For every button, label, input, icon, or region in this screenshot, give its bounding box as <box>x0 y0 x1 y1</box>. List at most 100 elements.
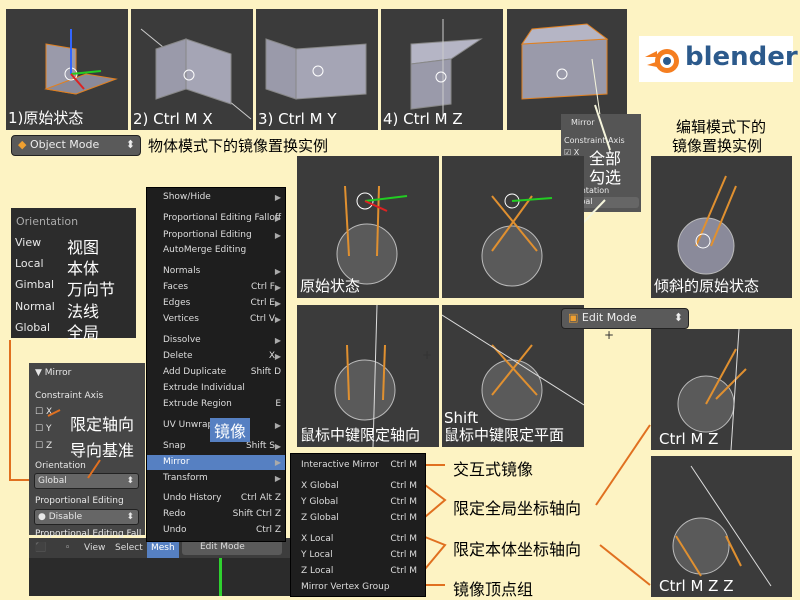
mesh-menu-item[interactable]: Mirror ▶ <box>147 455 285 470</box>
edit-mesh-icon: ▣ <box>568 311 579 324</box>
orientation-normal[interactable]: Normal <box>15 300 55 313</box>
caption-original: 1)原始状态 <box>8 109 84 127</box>
caption-ctrl-m-y: 3) Ctrl M Y <box>258 110 337 128</box>
edit-mode-select[interactable]: Edit Mode <box>182 540 282 555</box>
viewport-edit-mirror <box>507 9 627 130</box>
mirror-submenu-label: Z Local <box>301 566 334 576</box>
viewport-ctrl-mz: Ctrl M Z <box>651 329 792 450</box>
mirror-axis-z[interactable]: ☐ Z <box>35 441 52 451</box>
mirror-submenu-shortcut: Ctrl M <box>390 481 417 491</box>
mirror-constraint-axis: Constraint Axis <box>35 391 104 401</box>
mirror-prop-editing-select[interactable]: ● Disable ⬍ <box>34 509 139 525</box>
edit-caption-line1: 编辑模式下的 <box>676 118 767 136</box>
mesh-menu-label: Undo <box>163 525 187 535</box>
submenu-arrow-icon: ▶ <box>274 231 281 240</box>
mesh-menu-label: Extrude Individual <box>163 383 245 393</box>
cube-icon: ◆ <box>18 138 27 151</box>
submenu-arrow-icon: ▶ <box>274 458 281 467</box>
mirror-submenu-label: Y Global <box>301 497 339 507</box>
mirror-prop-falloff-label: Proportional Editing Fall <box>35 529 142 538</box>
mesh-menu-label: AutoMerge Editing <box>163 245 247 255</box>
mesh-menu-item[interactable]: Delete X ▶ <box>147 349 285 364</box>
caption-mmb-axis: 鼠标中键限定轴向 <box>300 426 421 444</box>
orientation-global-zh: 全局 <box>67 323 100 342</box>
submenu-arrow-icon: ▶ <box>274 421 281 430</box>
mesh-menu: Show/Hide ▶ Proportional Editing Falloff ▶ P… <box>146 187 286 542</box>
mesh-menu-item[interactable]: Vertices Ctrl V ▶ <box>147 312 285 327</box>
mesh-menu-item[interactable]: Redo Shift Ctrl Z <box>147 507 285 522</box>
viewport-mmb-axis: 鼠标中键限定轴向 <box>297 305 439 447</box>
mesh-menu-item[interactable]: Undo History Ctrl Alt Z <box>147 491 285 506</box>
mesh-menu-item[interactable]: Edges Ctrl E ▶ <box>147 296 285 311</box>
submenu-arrow-icon: ▶ <box>274 283 281 292</box>
mirror-submenu-item[interactable]: Mirror Vertex Group <box>291 580 425 595</box>
mesh-menu-item[interactable]: Normals ▶ <box>147 264 285 279</box>
mesh-menu-item[interactable]: AutoMerge Editing <box>147 243 285 258</box>
mesh-menu-shortcut: Shift S <box>245 441 275 451</box>
mesh-menu-shortcut: Ctrl V <box>249 314 275 324</box>
mesh-menu-item[interactable]: Faces Ctrl F ▶ <box>147 280 285 295</box>
mirror-panel-title: ▼ Mirror <box>35 368 72 378</box>
mirror-submenu-label: Z Global <box>301 513 339 523</box>
mirror-annot: 镜像 <box>210 418 251 442</box>
caption-ctrl-m-x: 2) Ctrl M X <box>133 110 213 128</box>
viewport-edit-tilted: 倾斜的原始状态 <box>651 156 792 298</box>
mirror-submenu-item[interactable]: Y Global Ctrl M <box>291 495 425 510</box>
submenu-arrow-icon: ▶ <box>274 299 281 308</box>
mirror-orientation-select[interactable]: Global ⬍ <box>34 473 139 489</box>
blender-logo-icon <box>645 49 679 73</box>
edit-mode-label: Edit Mode <box>581 311 637 324</box>
mirror-submenu-shortcut: Ctrl M <box>390 513 417 523</box>
mesh-menu-item[interactable]: Extrude Individual <box>147 381 285 396</box>
submenu-arrow-icon: ▶ <box>274 352 281 361</box>
caption-ctrl-m-z-top: 4) Ctrl M Z <box>383 110 463 128</box>
edit-mode-dropdown[interactable]: ▣ Edit Mode ⬍ <box>561 308 689 329</box>
orientation-gimbal-zh: 万向节 <box>67 280 116 299</box>
submenu-arrow-icon: ▶ <box>274 267 281 276</box>
mirror-submenu: Interactive Mirror Ctrl MX Global Ctrl MY … <box>290 453 426 597</box>
mirror-submenu-item[interactable]: Y Local Ctrl M <box>291 548 425 563</box>
cursor-crosshair-icon: + <box>422 348 433 362</box>
menu-select[interactable]: Select <box>115 538 143 558</box>
blender-logo: blender <box>639 36 798 82</box>
mesh-menu-shortcut: Ctrl Z <box>255 525 281 535</box>
object-mode-dropdown[interactable]: ◆ Object Mode ⬍ <box>11 135 141 156</box>
mesh-menu-item[interactable]: Proportional Editing Falloff ▶ <box>147 211 285 226</box>
mirror-submenu-shortcut: Ctrl M <box>390 550 417 560</box>
mesh-menu-label: Mirror <box>163 457 190 467</box>
mesh-menu-label: Normals <box>163 266 201 276</box>
mirror-axis-y[interactable]: ☐ Y <box>35 424 51 434</box>
editor-type-icon[interactable]: ⬛ <box>35 538 46 558</box>
caption-mmb-plane: 鼠标中键限定平面 <box>444 426 565 444</box>
mirror-submenu-shortcut: Ctrl M <box>390 497 417 507</box>
orientation-view[interactable]: View <box>15 236 41 249</box>
mirror-axis-x[interactable]: ☐ X <box>35 407 52 417</box>
orientation-global[interactable]: Global <box>15 321 50 334</box>
mesh-menu-label: Undo History <box>163 493 222 503</box>
orientation-local[interactable]: Local <box>15 257 44 270</box>
mirror-submenu-item[interactable]: Z Local Ctrl M <box>291 564 425 579</box>
mesh-menu-item[interactable]: Extrude Region E <box>147 397 285 412</box>
mirror-submenu-item[interactable]: X Global Ctrl M <box>291 479 425 494</box>
caption-ctrl-mz: Ctrl M Z <box>659 430 719 448</box>
mesh-menu-item[interactable]: Proportional Editing ▶ <box>147 228 285 243</box>
mirror-submenu-label: X Local <box>301 534 334 544</box>
mirror-small-title: Mirror <box>571 118 595 127</box>
mesh-menu-shortcut: Ctrl Alt Z <box>240 493 281 503</box>
mesh-menu-item[interactable]: Add Duplicate Shift D <box>147 365 285 380</box>
mirror-submenu-item[interactable]: Interactive Mirror Ctrl M <box>291 458 425 473</box>
mesh-menu-label: Proportional Editing <box>163 230 252 240</box>
mesh-menu-label: Dissolve <box>163 335 201 345</box>
mesh-menu-item[interactable]: Show/Hide ▶ <box>147 190 285 205</box>
mesh-menu-label: Add Duplicate <box>163 367 227 377</box>
orientation-gimbal[interactable]: Gimbal <box>15 278 54 291</box>
mesh-menu-label: Proportional Editing Falloff <box>163 213 282 223</box>
mirror-submenu-item[interactable]: X Local Ctrl M <box>291 532 425 547</box>
mesh-menu-item[interactable]: Undo Ctrl Z <box>147 523 285 538</box>
mesh-menu-item[interactable]: Transform ▶ <box>147 471 285 486</box>
menu-view[interactable]: View <box>84 538 105 558</box>
mirror-submenu-item[interactable]: Z Global Ctrl M <box>291 511 425 526</box>
mesh-menu-item[interactable]: Dissolve ▶ <box>147 333 285 348</box>
viewport-ctrl-m-y: 3) Ctrl M Y <box>256 9 378 130</box>
current-frame-marker[interactable] <box>219 558 222 596</box>
